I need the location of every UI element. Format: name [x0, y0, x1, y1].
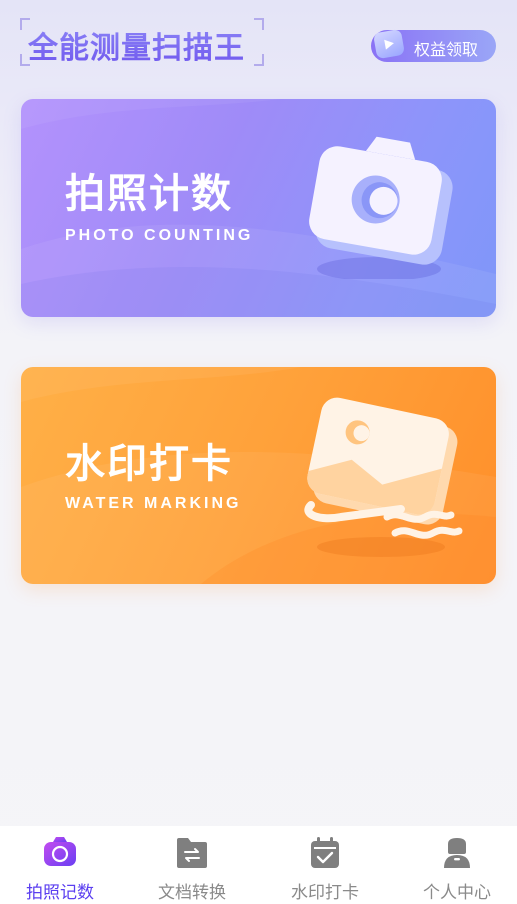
- frame-corner: [254, 18, 264, 30]
- nav-label: 个人中心: [423, 883, 491, 903]
- nav-label: 文档转换: [158, 883, 226, 903]
- video-play-icon: [372, 28, 406, 60]
- benefits-claim-label: 权益领取: [414, 40, 479, 59]
- nav-label: 拍照记数: [26, 883, 94, 903]
- header: 全能测量扫描王 权益领取: [0, 0, 517, 90]
- bottom-nav: 拍照记数 文档转换 水印打卡 个人中心: [0, 826, 517, 904]
- card-subtitle: WATER MARKING: [65, 495, 242, 512]
- card-title: 拍照计数: [65, 171, 233, 217]
- person-icon: [439, 836, 475, 870]
- nav-item-profile[interactable]: 个人中心: [392, 826, 517, 904]
- card-subtitle: PHOTO COUNTING: [65, 227, 254, 244]
- frame-corner: [254, 54, 264, 66]
- benefits-claim-button[interactable]: 权益领取: [371, 28, 496, 62]
- nav-label: 水印打卡: [291, 883, 359, 903]
- camera-illustration: [309, 136, 453, 279]
- app-title-frame: 全能测量扫描王: [20, 18, 264, 66]
- nav-item-document-convert[interactable]: 文档转换: [127, 826, 257, 904]
- water-marking-card[interactable]: 水印打卡 WATER MARKING: [21, 367, 496, 584]
- card-title: 水印打卡: [65, 441, 233, 487]
- nav-item-photo-count[interactable]: 拍照记数: [0, 826, 125, 904]
- nav-item-watermark[interactable]: 水印打卡: [260, 826, 390, 904]
- document-convert-icon: [174, 836, 210, 870]
- photo-counting-card[interactable]: 拍照计数 PHOTO COUNTING: [21, 99, 496, 317]
- image-watermark-illustration: [304, 397, 463, 557]
- app-title: 全能测量扫描王: [28, 23, 245, 67]
- camera-icon: [42, 836, 78, 870]
- calendar-check-icon: [307, 836, 343, 870]
